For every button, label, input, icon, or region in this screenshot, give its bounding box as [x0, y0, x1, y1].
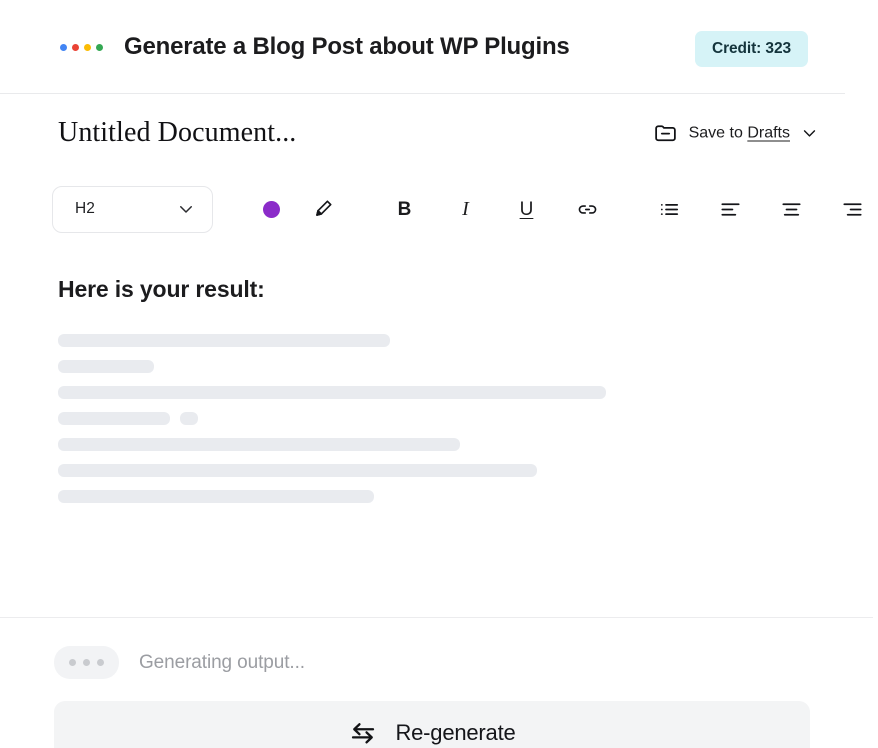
- app-header: Generate a Blog Post about WP Plugins Cr…: [0, 0, 878, 94]
- save-to-label: Save to Drafts: [689, 124, 790, 142]
- skeleton-row: [58, 464, 878, 477]
- highlight-button[interactable]: [297, 189, 348, 229]
- skeleton-row: [58, 412, 878, 425]
- save-destination[interactable]: Drafts: [747, 124, 790, 141]
- skeleton-row: [58, 360, 878, 373]
- skeleton-bar: [58, 412, 170, 425]
- result-heading: Here is your result:: [58, 276, 878, 303]
- skeleton-row: [58, 334, 878, 347]
- document-header: Untitled Document... Save to Drafts: [0, 94, 878, 172]
- skeleton-row: [58, 438, 878, 451]
- align-left-icon: [719, 198, 742, 221]
- align-right-icon: [841, 198, 864, 221]
- align-right-button[interactable]: [827, 189, 878, 229]
- link-button[interactable]: [562, 189, 613, 229]
- save-to-drafts-control[interactable]: Save to Drafts: [653, 121, 818, 146]
- align-center-icon: [780, 198, 803, 221]
- highlighter-pen-icon: [312, 198, 334, 220]
- color-dot-icon: [263, 201, 280, 218]
- bold-button[interactable]: B: [379, 189, 430, 229]
- generation-footer: Generating output... Re-generate: [0, 618, 878, 748]
- regenerate-label: Re-generate: [395, 720, 515, 746]
- skeleton-row: [58, 490, 878, 503]
- chevron-down-icon: [177, 200, 195, 218]
- swap-arrows-icon: [348, 718, 378, 748]
- skeleton-bar: [58, 386, 606, 399]
- bullet-list-icon: [658, 198, 681, 221]
- chevron-down-icon[interactable]: [801, 125, 818, 142]
- italic-button[interactable]: I: [440, 189, 491, 229]
- bullet-list-button[interactable]: [644, 189, 695, 229]
- italic-icon: I: [462, 199, 469, 219]
- four-dots-logo-icon: [60, 44, 103, 51]
- block-format-select[interactable]: H2: [52, 186, 213, 233]
- skeleton-bar: [58, 334, 390, 347]
- skeleton-bar: [180, 412, 198, 425]
- three-dots-loading-icon: [54, 646, 119, 679]
- page-title: Generate a Blog Post about WP Plugins: [124, 33, 570, 61]
- folder-minus-icon: [653, 121, 678, 146]
- align-center-button[interactable]: [766, 189, 817, 229]
- text-color-button[interactable]: [246, 189, 297, 229]
- app-window: Generate a Blog Post about WP Plugins Cr…: [0, 0, 878, 748]
- bold-icon: B: [398, 200, 412, 219]
- skeleton-bar: [58, 438, 460, 451]
- editor-body[interactable]: Here is your result:: [0, 246, 878, 618]
- save-to-prefix: Save to: [689, 124, 743, 141]
- generating-status: Generating output...: [54, 646, 878, 679]
- link-icon: [576, 198, 599, 221]
- document-title[interactable]: Untitled Document...: [58, 117, 296, 149]
- underline-button[interactable]: U: [501, 189, 552, 229]
- skeleton-bar: [58, 490, 374, 503]
- underline-icon: U: [520, 200, 534, 219]
- regenerate-button[interactable]: Re-generate: [54, 701, 810, 748]
- skeleton-bar: [58, 360, 154, 373]
- align-left-button[interactable]: [705, 189, 756, 229]
- formatting-toolbar: H2 B: [0, 172, 878, 246]
- text-style-tools: B I U: [246, 189, 878, 229]
- content-skeleton-placeholder: [58, 334, 878, 503]
- skeleton-row: [58, 386, 878, 399]
- skeleton-bar: [58, 464, 537, 477]
- credit-badge: Credit: 323: [695, 31, 808, 67]
- generating-status-text: Generating output...: [139, 652, 305, 674]
- block-format-value: H2: [75, 200, 95, 218]
